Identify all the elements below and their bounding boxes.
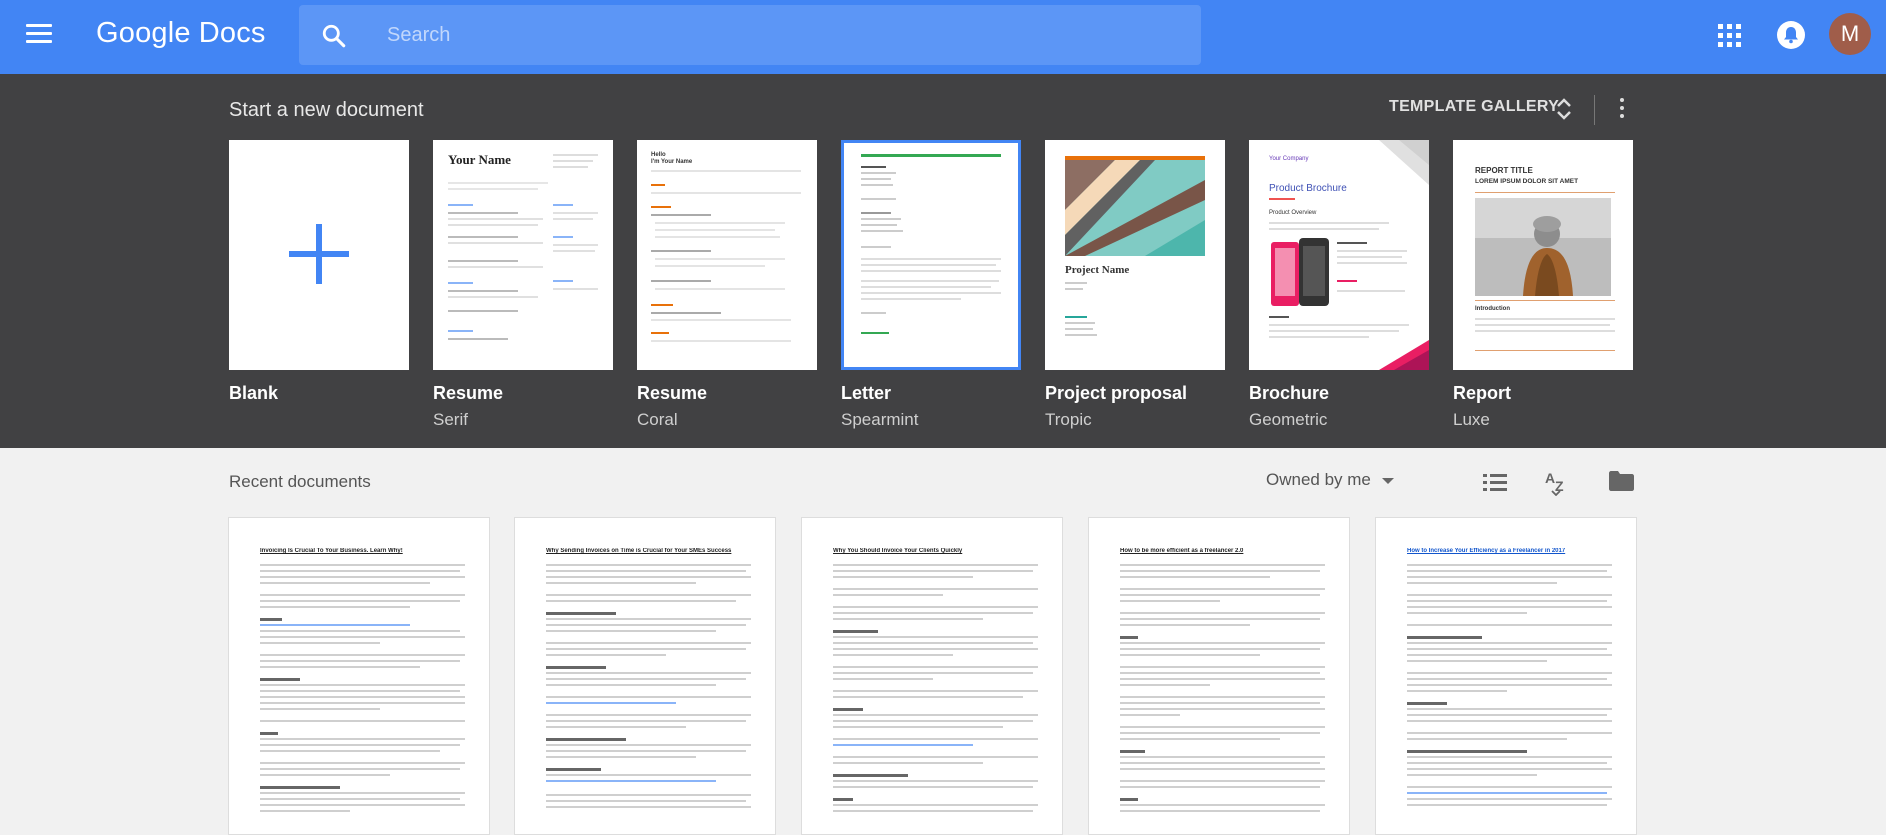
recent-doc-card[interactable]: Why Sending Invoices on Time is Crucial … [514, 517, 776, 835]
template-style: Coral [637, 410, 678, 429]
preview-project-name: Project Name [1065, 264, 1130, 276]
menu-bar [26, 32, 52, 35]
logo-google: Google [96, 17, 191, 49]
recent-section-title: Recent documents [229, 472, 371, 491]
search-bar[interactable] [299, 5, 1201, 65]
plus-icon [289, 224, 349, 284]
doc-title: Why Sending Invoices on Time is Crucial … [546, 548, 732, 554]
recent-doc-card[interactable]: Invoicing Is Crucial To Your Business. L… [228, 517, 490, 835]
expand-collapse-icon[interactable] [1555, 95, 1573, 123]
recent-doc-card[interactable]: How to Increase Your Efficiency as a Fre… [1375, 517, 1637, 835]
template-resume-coral[interactable]: Hello I'm Your Name Resume Coral [637, 140, 817, 430]
preview-brochure-title: Product Brochure [1269, 183, 1347, 194]
preview-overview: Product Overview [1269, 210, 1317, 216]
preview-report-title: REPORT TITLE [1475, 166, 1533, 175]
template-blank[interactable]: Blank [229, 140, 409, 404]
doc-title: How to Increase Your Efficiency as a Fre… [1407, 548, 1566, 554]
template-section: Start a new document TEMPLATE GALLERY Bl… [0, 74, 1886, 448]
template-name: Letter [841, 383, 892, 403]
preview-name: Your Name [448, 152, 511, 167]
menu-bar [26, 40, 52, 43]
recent-doc-card[interactable]: Why You Should Invoice Your Clients Quic… [801, 517, 1063, 835]
search-icon[interactable] [321, 23, 347, 49]
owner-filter-dropdown[interactable]: Owned by me [1266, 470, 1371, 490]
google-apps-icon[interactable] [1718, 24, 1742, 48]
template-style: Serif [433, 410, 468, 429]
template-style: Geometric [1249, 410, 1328, 429]
template-name: Resume [637, 383, 708, 403]
search-input[interactable] [387, 19, 1167, 51]
template-name: Project proposal [1045, 383, 1188, 403]
template-thumbnail[interactable]: REPORT TITLE LOREM IPSUM DOLOR SIT AMET … [1453, 140, 1633, 370]
template-style: Spearmint [841, 410, 919, 429]
doc-title: Invoicing Is Crucial To Your Business. L… [260, 548, 403, 554]
template-style: Luxe [1453, 410, 1490, 429]
preview-report-sub: LOREM IPSUM DOLOR SIT AMET [1475, 178, 1579, 185]
template-thumbnail[interactable]: Your Company Product Brochure Product Ov… [1249, 140, 1429, 370]
template-thumbnail[interactable]: Your Name [433, 140, 613, 370]
notifications-bell-icon[interactable] [1777, 21, 1805, 49]
recent-doc-card[interactable]: How to be more efficient as a freelancer… [1088, 517, 1350, 835]
doc-title: How to be more efficient as a freelancer… [1120, 548, 1244, 554]
template-gallery-button[interactable]: TEMPLATE GALLERY [1389, 98, 1559, 116]
template-thumbnail[interactable]: Project Name [1045, 140, 1225, 370]
preview-report-intro: Introduction [1475, 306, 1510, 312]
doc-title: Why You Should Invoice Your Clients Quic… [833, 548, 963, 554]
template-name: Resume [433, 383, 504, 403]
template-project-proposal-tropic[interactable]: Project Name Project proposal Tropic [1045, 140, 1225, 430]
template-thumbnail[interactable] [229, 140, 409, 370]
app-logo[interactable]: Google Docs [96, 17, 266, 50]
template-thumbnail[interactable]: Hello I'm Your Name [637, 140, 817, 370]
sort-az-icon[interactable]: A Z [1543, 468, 1569, 496]
report-photo [1475, 198, 1611, 296]
account-avatar[interactable]: M [1829, 13, 1871, 55]
main-menu-button[interactable] [26, 24, 52, 46]
list-view-icon[interactable] [1483, 472, 1507, 492]
more-options-icon[interactable] [1614, 98, 1630, 122]
svg-text:A: A [1545, 470, 1555, 486]
template-section-title: Start a new document [229, 99, 424, 121]
app-header: GoogleDocs M [0, 0, 1886, 74]
template-name: Blank [229, 383, 279, 403]
dropdown-caret-icon[interactable] [1382, 478, 1394, 484]
toolbar-divider [1594, 95, 1595, 125]
folder-picker-icon[interactable] [1608, 471, 1634, 491]
template-style: Tropic [1045, 410, 1092, 429]
menu-bar [26, 24, 52, 27]
template-name: Brochure [1249, 383, 1330, 403]
template-brochure-geometric[interactable]: Your Company Product Brochure Product Ov… [1249, 140, 1429, 430]
template-name: Report [1453, 383, 1511, 403]
template-letter-spearmint[interactable]: Letter Spearmint [841, 140, 1021, 430]
template-report-luxe[interactable]: REPORT TITLE LOREM IPSUM DOLOR SIT AMET … [1453, 140, 1633, 430]
preview-name: Hello I'm Your Name [651, 152, 693, 165]
template-resume-serif[interactable]: Your Name Resume Serif [433, 140, 613, 430]
logo-docs: Docs [198, 17, 266, 49]
preview-company: Your Company [1269, 156, 1309, 162]
template-thumbnail[interactable] [841, 140, 1021, 370]
